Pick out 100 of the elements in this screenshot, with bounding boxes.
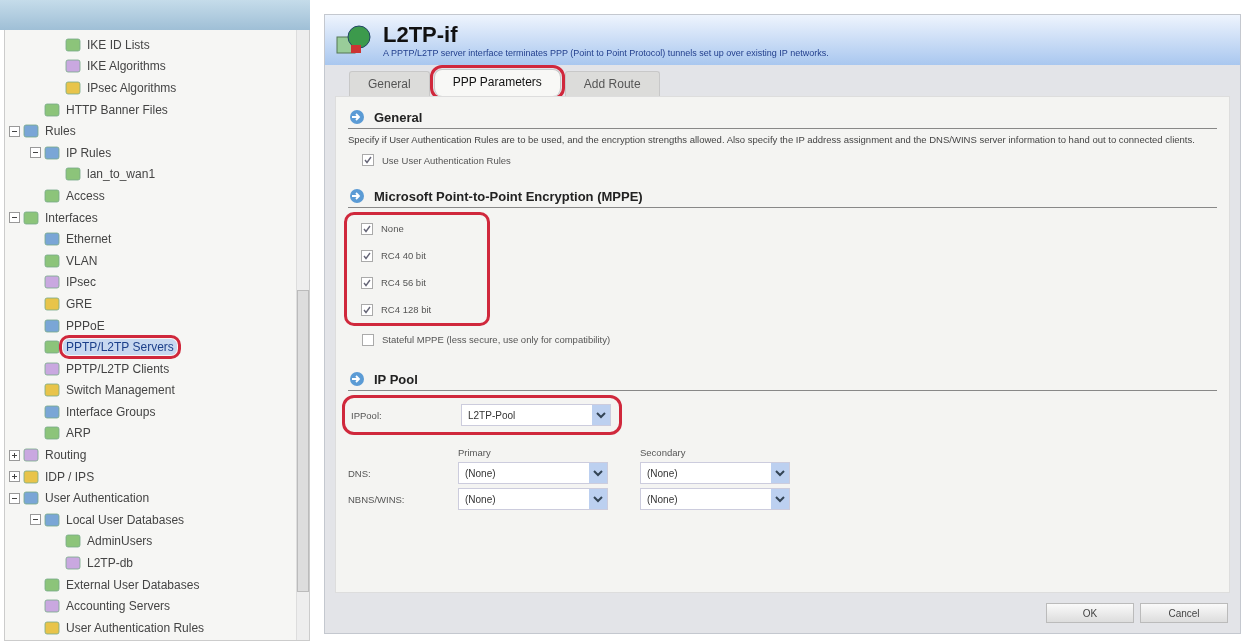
chevron-down-icon [593,495,603,503]
field-label: NBNS/WINS: [348,493,406,505]
tree-item[interactable]: Accounting Servers [63,598,174,615]
tile-icon [23,469,39,484]
collapse-icon[interactable] [9,492,20,504]
tile-icon [44,296,60,311]
tree-item[interactable]: GRE [63,295,95,312]
tile-icon [44,340,60,355]
tree-item[interactable]: IPsec [63,274,99,291]
tree-item[interactable]: IKE ID Lists [84,36,153,53]
column-heading: Primary [458,447,492,458]
tree-item[interactable]: Interfaces [42,209,101,226]
field-label: IPPool: [351,409,383,421]
collapse-icon[interactable] [30,147,41,159]
checkbox-label: RC4 40 bit [381,250,426,261]
tile-icon [23,124,39,139]
dropdown[interactable]: (None) [458,488,608,510]
expand-icon[interactable] [9,449,20,461]
chevron-down-icon [775,469,785,477]
tile-icon [44,275,60,290]
section-heading: General [374,109,423,125]
scrollbar[interactable] [296,30,309,640]
tree-item[interactable]: IP Rules [63,144,115,161]
dialog-description: A PPTP/L2TP server interface terminates PPP (Point to Point Protocol) tunnels set up over existing IP networks. [383,48,829,58]
tree-item[interactable]: User Authentication [42,490,153,507]
expand-icon[interactable] [9,471,20,483]
section-description: Specify if User Authentication Rules are to be used, and the encryption strengths allowed. Also specify the IP address assignment and the DNS/WINS server information to hand out to connected clients. [348,133,1196,146]
tile-icon [23,491,39,506]
tree-item[interactable]: Ethernet [63,231,115,248]
checkbox[interactable] [361,303,373,316]
chevron-down-icon [596,411,606,419]
tile-icon [44,404,60,419]
tree-item[interactable]: User Authentication Rules [63,619,208,636]
tile-icon [23,210,39,225]
tree-item[interactable]: PPPoE [63,317,108,334]
tile-icon [44,145,60,160]
collapse-icon[interactable] [9,125,20,137]
dropdown[interactable]: (None) [640,462,790,484]
tile-icon [44,102,60,117]
dropdown[interactable]: (None) [640,488,790,510]
tree-item[interactable]: ARP [63,425,94,442]
chevron-down-icon [593,469,603,477]
dialog-button[interactable]: OK [1046,603,1134,623]
tile-icon [44,361,60,376]
tile-icon [65,59,81,74]
tree-item[interactable]: L2TP-db [84,555,137,572]
tree-item[interactable]: IPsec Algorithms [84,80,180,96]
tree-item[interactable]: Interface Groups [63,403,159,420]
tree-item[interactable]: Rules [42,123,79,140]
tree-item[interactable]: IKE Algorithms [84,58,169,75]
dropdown[interactable]: (None) [458,462,608,484]
section-heading: IP Pool [374,371,418,387]
checkbox[interactable] [361,222,373,235]
tile-icon [65,81,81,95]
checkbox-label: RC4 56 bit [381,277,426,288]
tree-item[interactable]: PPTP/L2TP Clients [63,360,173,377]
checkbox[interactable] [362,333,374,346]
tile-icon [44,232,60,247]
dialog-title: L2TP-if [383,22,459,48]
tile-icon [44,577,60,592]
collapse-icon[interactable] [9,212,20,224]
checkbox-label: RC4 128 bit [381,304,432,315]
tile-icon [44,318,60,333]
tab[interactable]: General [349,71,430,96]
globe-icon [335,23,373,57]
checkbox[interactable] [362,154,374,166]
tree-item[interactable]: AdminUsers [84,533,156,550]
tile-icon [44,620,60,635]
section-heading: Microsoft Point-to-Point Encryption (MPPE) [374,188,643,204]
tree-item[interactable]: External User Databases [63,576,203,593]
tree-item[interactable]: Access [63,187,108,204]
chevron-down-icon [775,495,785,503]
checkbox-label: None [381,223,404,234]
checkbox-label: Stateful MPPE (less secure, use only for compatibility) [382,334,611,345]
tree-item[interactable]: HTTP Banner Files [63,101,171,118]
tile-icon [44,253,60,268]
tree-item[interactable]: lan_to_wan1 [84,166,159,183]
checkbox-label: Use User Authentication Rules [382,154,511,166]
tile-icon [44,426,60,441]
dialog-button[interactable]: Cancel [1140,603,1228,623]
tile-icon [44,383,60,398]
checkbox[interactable] [361,249,373,262]
tile-icon [65,167,81,182]
tile-icon [65,534,81,549]
column-heading: Secondary [640,447,687,458]
tile-icon [23,448,39,463]
tab[interactable]: Add Route [564,71,660,96]
tree-item[interactable]: Switch Management [63,382,178,399]
tree-item[interactable]: Routing [42,447,90,464]
tile-icon [65,556,81,571]
tree-item[interactable]: Local User Databases [63,511,188,528]
dropdown[interactable]: L2TP-Pool [461,404,611,426]
checkbox[interactable] [361,276,373,289]
tile-icon [44,599,60,614]
collapse-icon[interactable] [30,514,41,526]
tile-icon [44,512,60,527]
tile-icon [65,37,81,52]
field-label: DNS: [348,467,372,479]
tree-item[interactable]: VLAN [63,252,101,269]
tree-item[interactable]: IDP / IPS [42,468,98,485]
